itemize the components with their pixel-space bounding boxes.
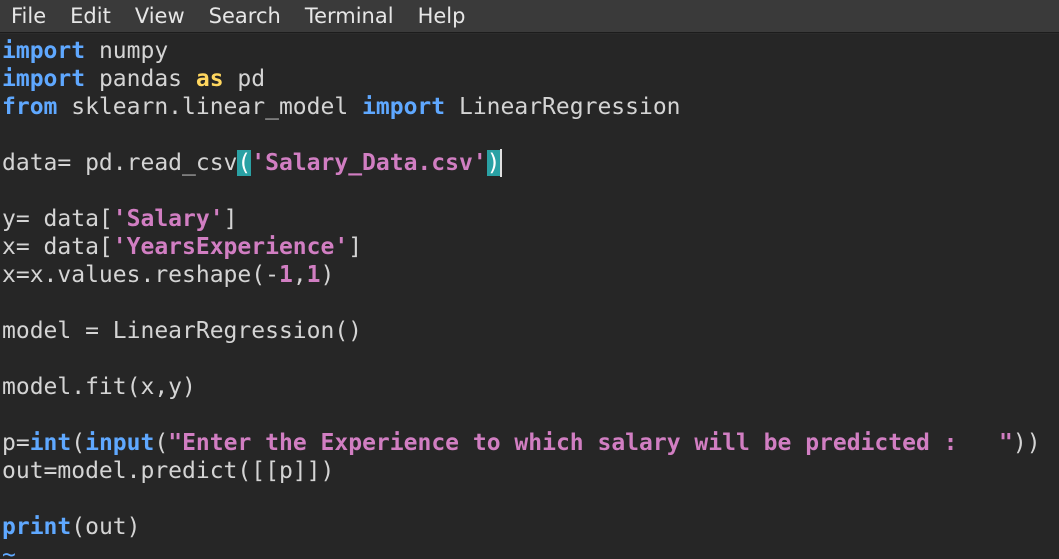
code-text: y= data[ (2, 206, 113, 232)
empty-line-marker: ~ (2, 542, 16, 559)
matched-bracket: ) (486, 150, 501, 176)
code-text: ] (348, 234, 363, 260)
code-text: )) (1012, 430, 1041, 456)
matched-bracket: ( (237, 150, 252, 176)
code-line-16: out=model.predict([[p]]) (2, 458, 335, 484)
string-literal: 'YearsExperience' (112, 234, 349, 260)
code-line-15: p=int(input("Enter the Experience to whi… (2, 429, 1041, 457)
builtin-function: input (85, 430, 155, 456)
keyword: import (2, 38, 86, 64)
menu-search[interactable]: Search (197, 1, 293, 31)
keyword-as: as (195, 66, 224, 92)
menu-bar: File Edit View Search Terminal Help (0, 0, 1059, 33)
code-text: LinearRegression (445, 94, 681, 120)
keyword: import (2, 66, 86, 92)
builtin-function: print (2, 514, 72, 540)
menu-help[interactable]: Help (406, 1, 478, 31)
number-literal: 1 (306, 262, 321, 288)
code-line-8: x= data['YearsExperience'] (2, 233, 362, 261)
code-line-3: from sklearn.linear_model import LinearR… (2, 93, 681, 121)
code-line-7: y= data['Salary'] (2, 205, 237, 233)
code-text: x=x.values.reshape(- (2, 262, 279, 288)
code-line-5: data= pd.read_csv('Salary_Data.csv')​ (2, 149, 502, 177)
code-line-1: import numpy (2, 37, 168, 65)
keyword: from (2, 94, 58, 120)
code-line-13: model.fit(x,y) (2, 374, 196, 400)
string-literal: "Enter the Experience to which salary wi… (168, 430, 1013, 456)
code-text: ) (320, 262, 335, 288)
menu-edit[interactable]: Edit (58, 1, 123, 31)
menu-file[interactable]: File (0, 1, 58, 31)
code-text: ] (223, 206, 238, 232)
code-line-11: model = LinearRegression() (2, 318, 363, 344)
code-text: numpy (85, 38, 169, 64)
code-text: sklearn.linear_model (57, 94, 363, 120)
code-line-18: print(out) (2, 513, 141, 541)
menu-terminal[interactable]: Terminal (293, 1, 406, 31)
number-literal: 1 (278, 262, 293, 288)
code-text: ( (71, 430, 86, 456)
menu-view[interactable]: View (123, 1, 197, 31)
code-text: , (292, 262, 307, 288)
code-text: (out) (71, 514, 141, 540)
terminal-window: File Edit View Search Terminal Help impo… (0, 0, 1059, 559)
code-line-2: import pandas as pd (2, 65, 265, 93)
string-literal: 'Salary_Data.csv' (251, 150, 487, 176)
builtin-function: int (29, 430, 72, 456)
code-text: x= data[ (2, 234, 113, 260)
text-cursor: ​ (499, 149, 502, 177)
keyword: import (362, 94, 446, 120)
string-literal: 'Salary' (112, 206, 224, 232)
code-text: data= pd.read_csv (2, 150, 238, 176)
code-text: ( (154, 430, 169, 456)
code-text: p= (2, 430, 30, 456)
code-text: pd (223, 66, 266, 92)
code-text: pandas (85, 66, 196, 92)
code-editor[interactable]: import numpy import pandas as pd from sk… (0, 34, 1059, 559)
code-line-9: x=x.values.reshape(-1,1) (2, 261, 334, 289)
